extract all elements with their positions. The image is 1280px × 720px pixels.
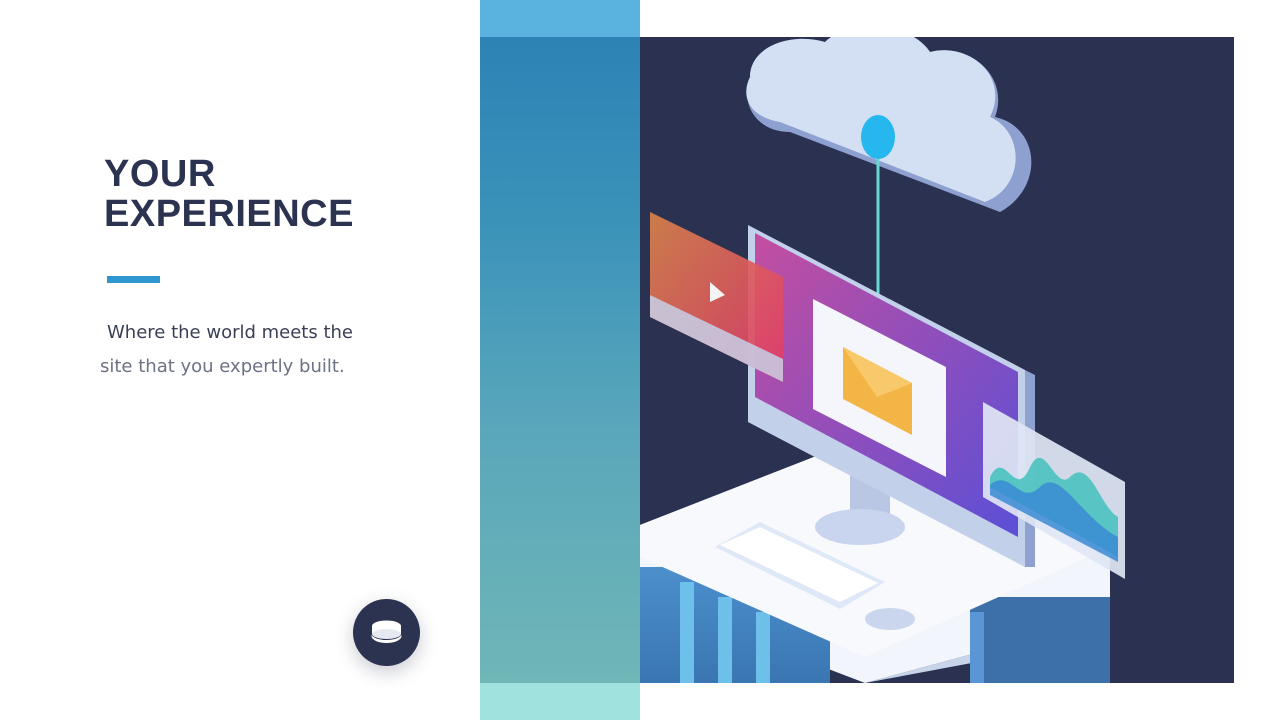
accent-bar: [107, 276, 160, 283]
hero-title-line2: EXPERIENCE: [104, 193, 354, 235]
teal-strip-bottom: [480, 683, 640, 720]
illustration-art: [640, 37, 1125, 683]
hero-title: YOUR EXPERIENCE: [104, 154, 354, 234]
hero-title-line1: YOUR: [104, 153, 216, 195]
layers-icon: [371, 620, 402, 643]
cloud-computer-illustration: [640, 37, 1234, 683]
teal-strip: [480, 0, 640, 720]
floating-action-button[interactable]: [353, 599, 420, 666]
hero-subtitle-line1: Where the world meets the: [107, 322, 354, 343]
teal-strip-top: [480, 0, 640, 37]
hero-subtitle-line2: site that you expertly built.: [100, 356, 345, 377]
